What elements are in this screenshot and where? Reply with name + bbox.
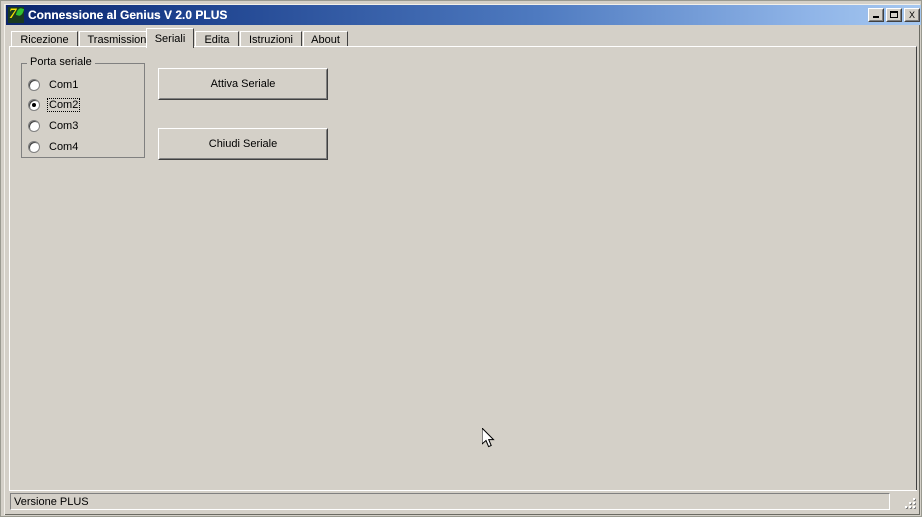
- groupbox-label: Porta seriale: [27, 57, 95, 68]
- tab-about[interactable]: About: [303, 31, 348, 47]
- status-bar: Versione PLUS: [9, 490, 917, 510]
- status-text: Versione PLUS: [10, 493, 890, 510]
- chiudi-seriale-button[interactable]: Chiudi Seriale: [158, 128, 328, 160]
- attiva-seriale-button[interactable]: Attiva Seriale: [158, 68, 328, 100]
- button-label: Attiva Seriale: [210, 78, 276, 90]
- tab-label: Seriali: [154, 32, 186, 45]
- genius-app-icon: 7: [8, 7, 24, 23]
- tab-label: Edita: [204, 33, 230, 46]
- title-bar[interactable]: 7 Connessione al Genius V 2.0 PLUS X: [6, 5, 921, 25]
- radio-option-com2[interactable]: Com2: [28, 97, 81, 112]
- tab-seriali[interactable]: Seriali: [146, 28, 194, 48]
- radio-label: Com3: [49, 119, 79, 132]
- tab-label: Istruzioni: [248, 33, 294, 46]
- tab-edita[interactable]: Edita: [195, 31, 239, 47]
- maximize-button[interactable]: [886, 8, 902, 22]
- close-icon: X: [908, 9, 915, 20]
- window-controls: X: [868, 8, 920, 22]
- window-title: Connessione al Genius V 2.0 PLUS: [28, 8, 228, 22]
- radio-icon: [28, 119, 40, 132]
- radio-label: Com1: [49, 78, 79, 91]
- close-button[interactable]: X: [904, 8, 920, 22]
- radio-option-com4[interactable]: Com4: [28, 139, 80, 154]
- radio-label: Com2: [47, 97, 81, 112]
- tab-label: Trasmissione: [87, 33, 153, 46]
- minimize-button[interactable]: [868, 8, 884, 22]
- tab-label: Ricezione: [20, 33, 69, 46]
- button-label: Chiudi Seriale: [208, 138, 278, 150]
- tab-label: About: [311, 33, 340, 46]
- radio-label: Com4: [49, 140, 79, 153]
- tab-istruzioni[interactable]: Istruzioni: [240, 31, 302, 47]
- radio-option-com3[interactable]: Com3: [28, 118, 80, 133]
- radio-icon: [28, 98, 40, 111]
- radio-icon: [28, 140, 40, 153]
- tab-ricezione[interactable]: Ricezione: [11, 31, 78, 47]
- radio-option-com1[interactable]: Com1: [28, 77, 80, 92]
- tab-strip: Ricezione Trasmissione Seriali Edita Ist…: [9, 28, 917, 48]
- window-frame: 7 Connessione al Genius V 2.0 PLUS X Ric…: [1, 1, 921, 516]
- resize-grip[interactable]: [902, 495, 916, 509]
- application-window: 7 Connessione al Genius V 2.0 PLUS X Ric…: [0, 0, 922, 517]
- tab-page-seriali: Porta seriale Com1 Com2 Com3 Com4 Attiva…: [9, 46, 917, 491]
- radio-icon: [28, 78, 40, 91]
